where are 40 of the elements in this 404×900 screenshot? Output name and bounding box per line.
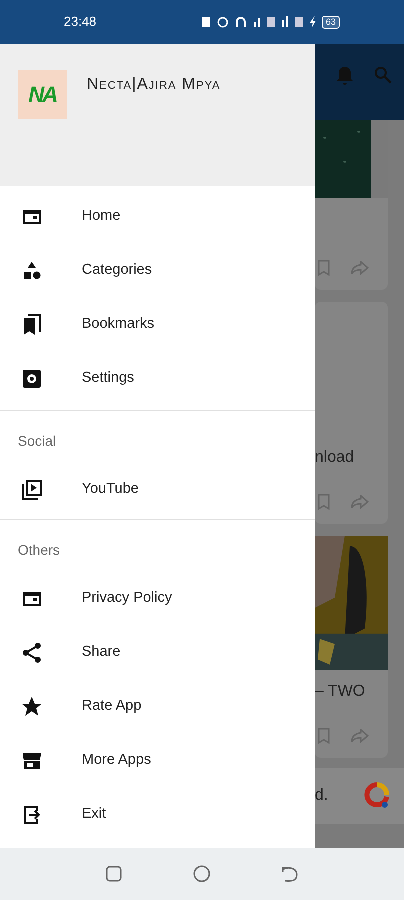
video-library-icon <box>20 478 44 502</box>
drawer-item[interactable]: YouTube <box>0 463 315 517</box>
settings-icon <box>20 367 44 391</box>
drawer-item[interactable]: Bookmarks <box>0 298 315 352</box>
post-title: – TWO <box>315 682 366 702</box>
post-title: nload <box>315 448 354 468</box>
app-title: Necta|Ajira Mpya <box>87 75 221 95</box>
app-logo: NA <box>18 70 67 119</box>
drawer-item[interactable]: Home <box>0 190 315 244</box>
battery-level: 63 <box>322 16 340 28</box>
back-icon[interactable] <box>282 866 298 882</box>
signal-icon <box>252 16 261 28</box>
alarm-icon <box>216 16 229 28</box>
star-icon <box>20 695 44 719</box>
drawer-item[interactable]: Settings <box>0 352 315 406</box>
signal-icon <box>280 16 289 28</box>
drawer-item[interactable]: Share <box>0 626 315 680</box>
search-icon[interactable] <box>374 66 392 84</box>
section-header: Others <box>17 541 62 560</box>
share-icon[interactable] <box>351 495 369 509</box>
share-icon <box>20 641 44 665</box>
share-icon[interactable] <box>351 261 369 275</box>
section-header: Social <box>17 432 58 451</box>
bookmark-icon[interactable] <box>317 494 331 510</box>
drawer-item[interactable]: Privacy Policy <box>0 572 315 626</box>
home-icon[interactable] <box>192 865 211 883</box>
bell-icon[interactable] <box>336 66 354 86</box>
bookmark-icon[interactable] <box>317 728 331 744</box>
ad-logo-icon <box>364 782 390 810</box>
clock-time: 23:48 <box>64 13 97 32</box>
ad-text: d. <box>315 786 328 806</box>
share-icon[interactable] <box>351 729 369 743</box>
bookmark-icon[interactable] <box>317 260 331 276</box>
drawer-item[interactable]: Categories <box>0 244 315 298</box>
drawer-item[interactable]: More Apps <box>0 734 315 788</box>
headphones-icon <box>234 16 247 28</box>
recents-icon[interactable] <box>106 866 122 882</box>
drawer-item[interactable]: Rate App <box>0 680 315 734</box>
charging-icon <box>308 16 316 28</box>
drawer-item[interactable]: Exit <box>0 788 315 842</box>
